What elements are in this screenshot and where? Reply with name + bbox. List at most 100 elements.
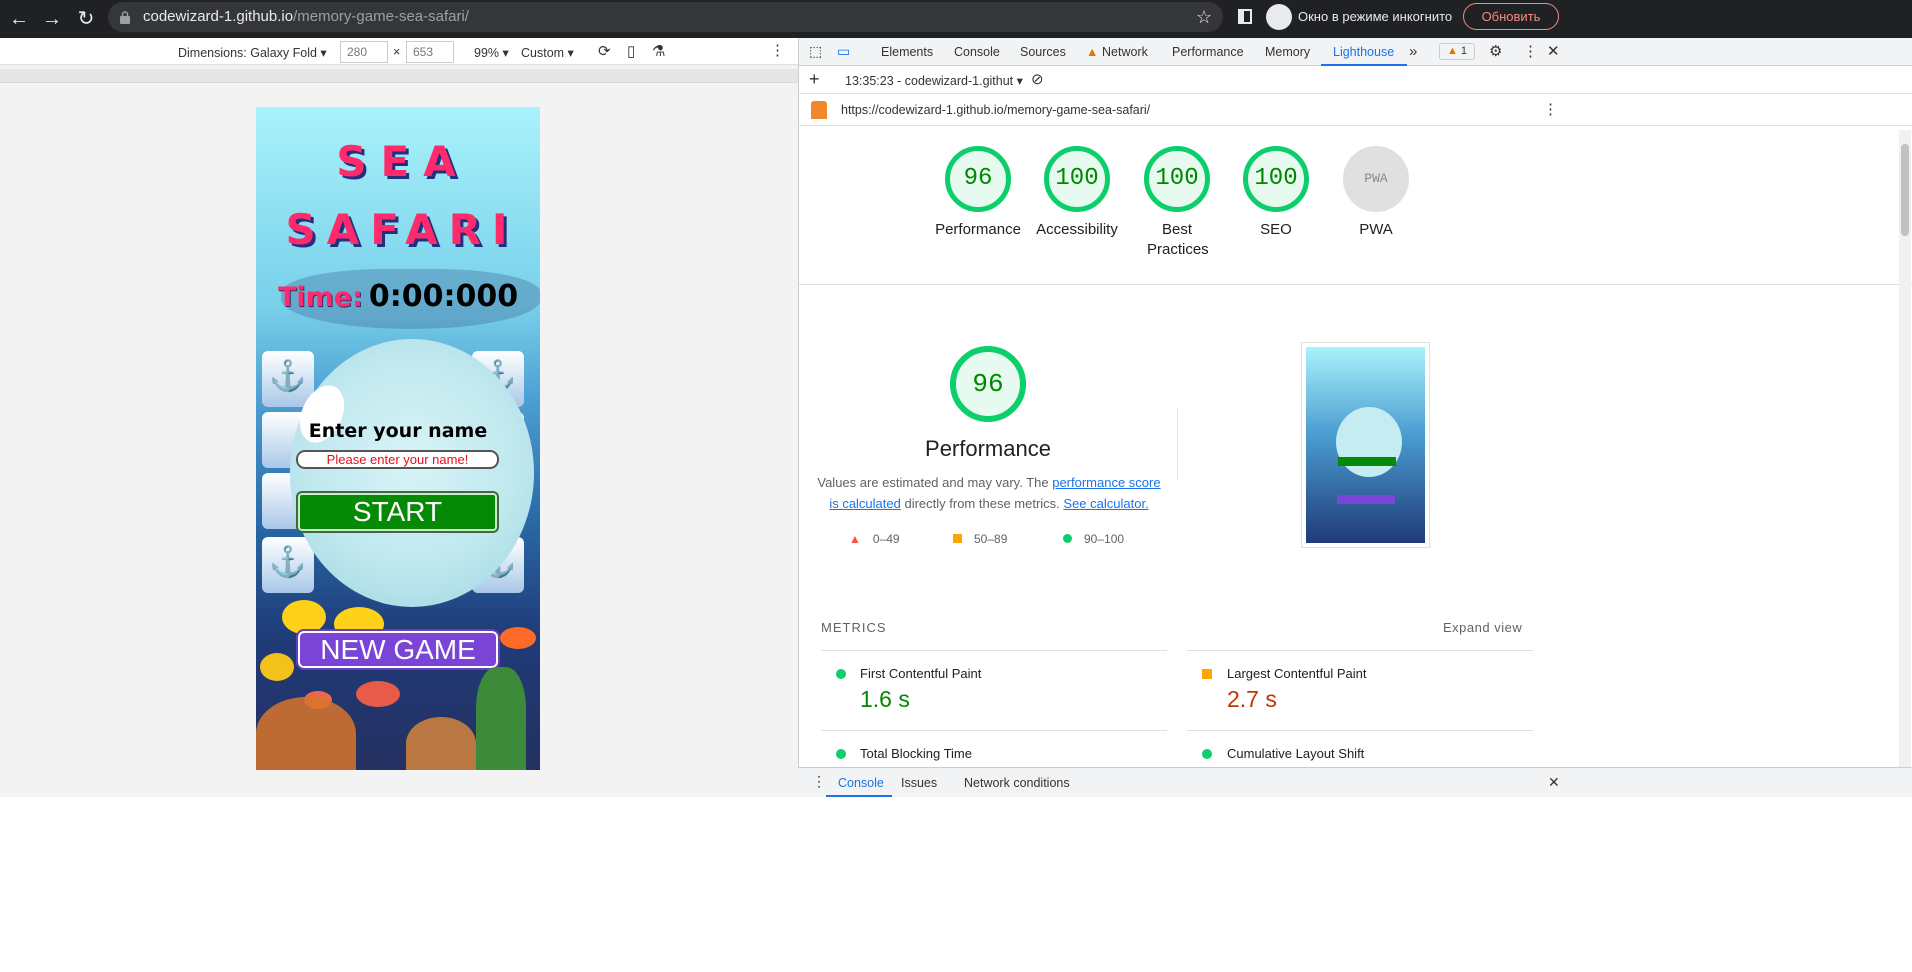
side-panel-icon[interactable] (1238, 9, 1252, 24)
legend-fail-label: 0–49 (872, 532, 900, 546)
blank-area (0, 797, 1912, 972)
legend-pass: 90–100 (1063, 532, 1124, 546)
gauge-best-practices[interactable]: 100 Best Practices (1127, 146, 1227, 260)
incognito-icon[interactable] (1266, 4, 1292, 30)
gauge-ring: 96 (945, 146, 1011, 212)
warning-count: 1 (1460, 45, 1468, 57)
thumbnail-image (1306, 347, 1425, 543)
gauge-seo[interactable]: 100 SEO (1226, 146, 1326, 240)
update-button[interactable]: Обновить (1463, 3, 1559, 30)
gauge-label: Best Practices (1147, 221, 1209, 258)
url-path: /memory-game-sea-safari/ (293, 8, 469, 25)
pass-circle-icon (1063, 534, 1072, 543)
new-report-plus-icon[interactable]: + (809, 69, 820, 90)
gauge-ring: 100 (1144, 146, 1210, 212)
thumb-newgame (1337, 495, 1395, 504)
report-url[interactable]: https://codewizard-1.github.io/memory-ga… (841, 103, 1150, 117)
gauge-pwa[interactable]: PWA PWA (1326, 146, 1426, 240)
height-input[interactable]: 653 (406, 41, 454, 63)
thumb-start (1338, 457, 1396, 466)
media-query-ruler[interactable] (0, 69, 798, 83)
warnings-badge[interactable]: ▲ 1 (1439, 43, 1475, 60)
gauge-label: SEO (1260, 221, 1292, 238)
anchor-icon: ⚓ (269, 360, 307, 393)
gauge-label: Accessibility (1036, 221, 1118, 238)
performance-description: Values are estimated and may vary. The p… (817, 472, 1161, 514)
incognito-label: Окно в режиме инкогнито (1298, 9, 1453, 24)
forward-icon[interactable]: → (40, 7, 64, 31)
close-devtools-icon[interactable]: ✕ (1547, 42, 1560, 60)
tab-network[interactable]: Network (1102, 45, 1148, 59)
sensors-icon[interactable]: ⚗ (652, 42, 665, 60)
bookmark-star-icon[interactable]: ☆ (1196, 7, 1212, 28)
drawer-tab-issues[interactable]: Issues (901, 776, 937, 790)
metric-cls-label: Cumulative Layout Shift (1227, 746, 1365, 761)
settings-gear-icon[interactable]: ⚙ (1489, 42, 1502, 60)
back-icon[interactable]: ← (7, 7, 31, 31)
name-input[interactable]: Please enter your name! (296, 450, 499, 469)
gauge-performance[interactable]: 96 Performance (928, 146, 1028, 240)
expand-view-toggle[interactable]: Expand view (1443, 620, 1522, 635)
more-options-icon[interactable]: ⋮ (770, 41, 785, 59)
perf-desc-text: Values are estimated and may vary. The (817, 475, 1053, 490)
clear-icon[interactable]: ⊘ (1031, 70, 1044, 88)
fail-triangle-icon: ▲ (849, 532, 861, 546)
inspect-icon[interactable]: ⬚ (809, 43, 822, 60)
tab-sources[interactable]: Sources (1020, 45, 1066, 59)
metric-tbt-label: Total Blocking Time (860, 746, 972, 761)
final-screenshot-thumbnail[interactable] (1301, 342, 1430, 548)
report-menu-icon[interactable]: ⋮ (1543, 100, 1558, 118)
close-drawer-icon[interactable]: ✕ (1548, 774, 1560, 791)
pwa-badge-icon: PWA (1343, 146, 1409, 212)
report-select[interactable]: 13:35:23 - codewizard-1.githut ▾ (845, 73, 1023, 88)
lock-icon (120, 11, 130, 24)
metrics-heading: METRICS (821, 620, 887, 635)
timer-label: Time: (278, 282, 363, 313)
devtools-drawer: ⋮ Console Issues Network conditions ✕ (798, 767, 1912, 797)
legend-pass-label: 90–100 (1084, 532, 1125, 546)
scrollbar-thumb[interactable] (1901, 144, 1909, 236)
memory-card[interactable]: ⚓ (262, 537, 314, 593)
drawer-menu-icon[interactable]: ⋮ (812, 773, 826, 790)
fold-icon[interactable]: ▯ (627, 42, 635, 60)
zoom-select[interactable]: 99% ▾ (474, 45, 509, 60)
legend-average: 50–89 (953, 532, 1007, 546)
url-text[interactable]: codewizard-1.github.io/memory-game-sea-s… (143, 8, 469, 25)
perf-desc-text: directly from these metrics. (900, 496, 1064, 511)
vertical-separator (1177, 408, 1178, 480)
reload-icon[interactable]: ↻ (74, 7, 98, 31)
devtools-panel: ⬚ ▭ Elements Console Sources ▲ Network P… (798, 38, 1912, 797)
more-tabs-icon[interactable]: » (1409, 43, 1417, 60)
game-title-line1: SEA (336, 137, 470, 186)
tab-memory[interactable]: Memory (1265, 45, 1310, 59)
gauge-ring: 100 (1044, 146, 1110, 212)
device-toggle-icon[interactable]: ▭ (837, 43, 850, 60)
metric-divider (1187, 650, 1533, 651)
tab-console[interactable]: Console (954, 45, 1000, 59)
dimensions-select[interactable]: Dimensions: Galaxy Fold ▾ (178, 45, 327, 60)
lighthouse-toolbar: + 13:35:23 - codewizard-1.githut ▾ ⊘ (799, 66, 1912, 94)
width-input[interactable]: 280 (340, 41, 388, 63)
report-url-bar: https://codewizard-1.github.io/memory-ga… (799, 94, 1912, 126)
devtools-menu-icon[interactable]: ⋮ (1523, 42, 1538, 60)
thumb-bubble (1336, 407, 1402, 477)
throttle-select[interactable]: Custom ▾ (521, 45, 574, 60)
report-scrollbar[interactable] (1899, 130, 1911, 770)
tab-performance[interactable]: Performance (1172, 45, 1244, 59)
throttle-label: Custom (521, 46, 565, 60)
rotate-icon[interactable]: ⟳ (598, 42, 611, 60)
tab-lighthouse[interactable]: Lighthouse (1333, 45, 1394, 59)
start-button[interactable]: START (296, 491, 499, 533)
average-square-icon (1202, 669, 1212, 679)
gauge-accessibility[interactable]: 100 Accessibility (1027, 146, 1127, 240)
see-calculator-link[interactable]: See calculator. (1063, 496, 1148, 511)
timer-value: 0:00:000 (368, 279, 519, 314)
metric-lcp-label: Largest Contentful Paint (1227, 666, 1367, 681)
new-game-button[interactable]: NEW GAME (296, 629, 500, 670)
performance-score-gauge: 96 (950, 346, 1026, 422)
tab-elements[interactable]: Elements (881, 45, 933, 59)
drawer-tab-console[interactable]: Console (838, 776, 884, 790)
drawer-tab-network-conditions[interactable]: Network conditions (964, 776, 1070, 790)
coral-image (256, 697, 356, 770)
pass-circle-icon (1202, 749, 1212, 759)
